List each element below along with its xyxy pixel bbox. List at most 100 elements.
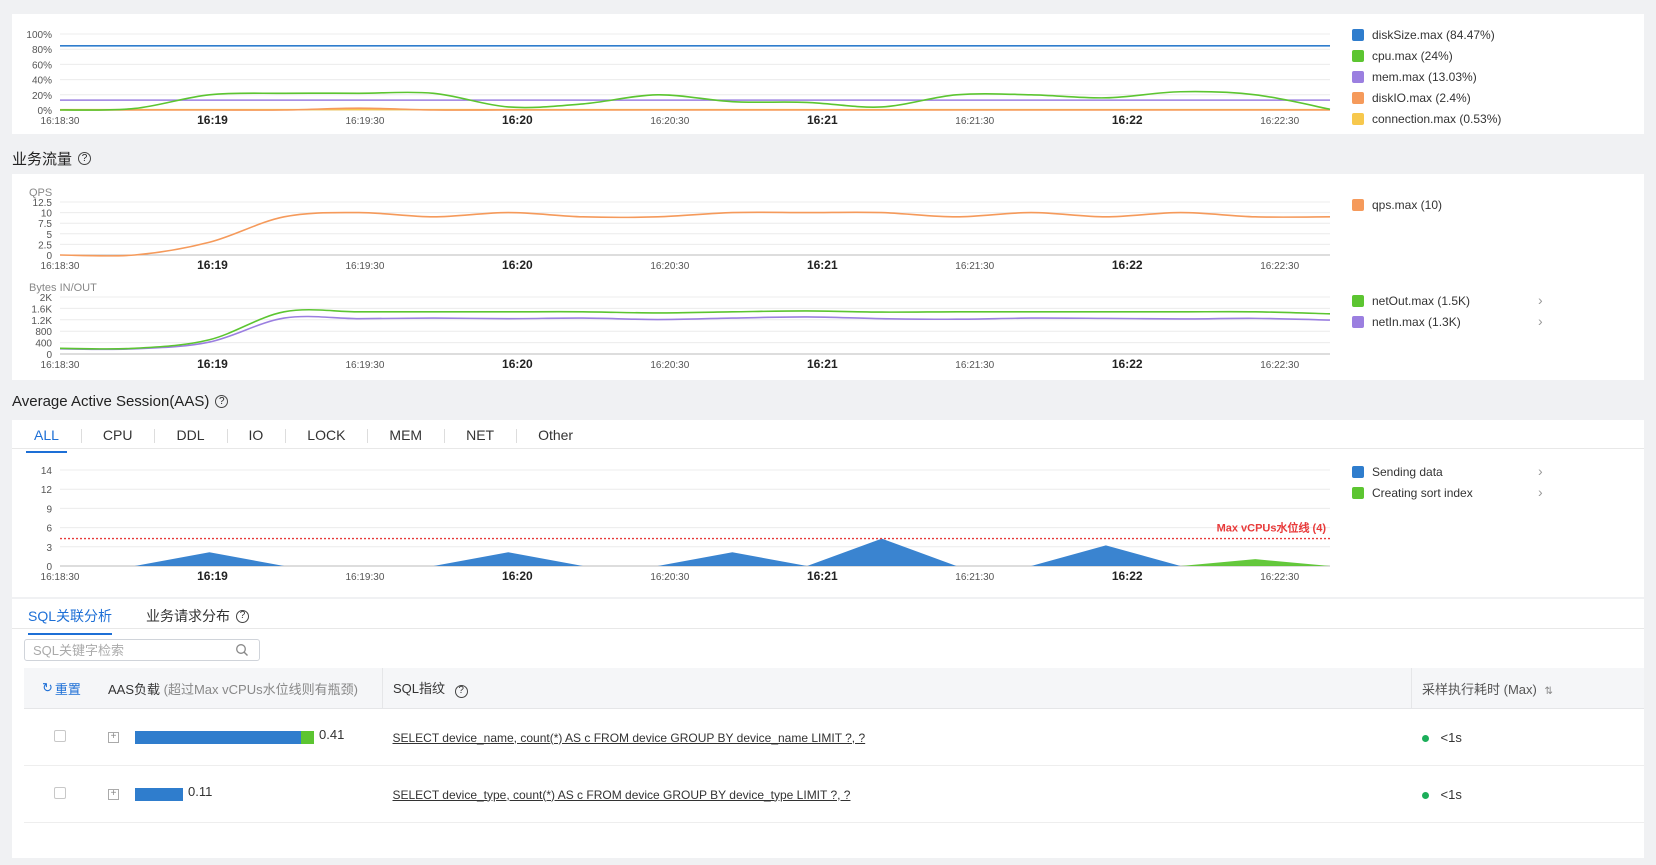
tab-cpu[interactable]: CPU bbox=[80, 427, 155, 443]
legend-item-netout[interactable]: netOut.max (1.5K) bbox=[1352, 294, 1470, 308]
x-tick-label: 16:22:30 bbox=[1260, 360, 1299, 371]
table-row[interactable]: + 0.41 SELECT device_name, count(*) AS c… bbox=[24, 708, 1644, 766]
x-tick-label: 16:19:30 bbox=[345, 116, 384, 127]
y-tick-label: 80% bbox=[32, 45, 52, 56]
reset-button[interactable]: ↻ 重置 bbox=[42, 679, 81, 698]
time-cell: <1s bbox=[1411, 765, 1644, 823]
sql-search-input[interactable] bbox=[25, 642, 235, 658]
series-area-sending-data bbox=[60, 538, 1330, 566]
tab-io[interactable]: IO bbox=[226, 427, 286, 443]
tab-all[interactable]: ALL bbox=[12, 427, 81, 453]
reset-header-cell: ↻ 重置 bbox=[24, 668, 108, 709]
tabs-divider bbox=[12, 448, 1644, 449]
legend-item-cpu[interactable]: cpu.max (24%) bbox=[1352, 49, 1453, 63]
y-tick-label: 6 bbox=[46, 524, 52, 535]
aas-bar-sending-data bbox=[135, 730, 301, 744]
x-tick-label: 16:20:30 bbox=[650, 261, 689, 272]
help-icon[interactable]: ? bbox=[215, 395, 229, 408]
x-tick-label: 16:21:30 bbox=[955, 360, 994, 371]
legend-label: netOut.max (1.5K) bbox=[1372, 294, 1471, 308]
aas-bar-cell: + 0.11 bbox=[108, 765, 383, 823]
y-tick-label: 2.5 bbox=[38, 240, 52, 251]
tab-mem[interactable]: MEM bbox=[367, 427, 444, 443]
tab-lock[interactable]: LOCK bbox=[285, 427, 367, 443]
chevron-right-icon[interactable]: › bbox=[1538, 463, 1543, 479]
section-gap bbox=[12, 597, 1644, 599]
aas-bar: + 0.11 bbox=[108, 784, 383, 801]
y-tick-label: 2K bbox=[40, 293, 53, 304]
legend-label: diskIO.max (2.4%) bbox=[1372, 91, 1471, 105]
x-tick-label: 16:20 bbox=[502, 113, 533, 127]
x-tick-label: 16:18:30 bbox=[41, 116, 80, 127]
aas-bar-cell: + 0.41 bbox=[108, 708, 383, 766]
table-row[interactable]: + 0.11 SELECT device_type, count(*) AS c… bbox=[24, 765, 1644, 823]
chevron-right-icon[interactable]: › bbox=[1538, 292, 1543, 308]
x-tick-label: 16:19:30 bbox=[345, 261, 384, 272]
y-tick-label: 1.2K bbox=[31, 316, 52, 327]
legend-label: mem.max (13.03%) bbox=[1372, 70, 1477, 84]
row-checkbox[interactable] bbox=[54, 729, 66, 742]
x-tick-label: 16:19 bbox=[197, 258, 228, 272]
aas-chart: 0369121416:18:30 16:19 16:19:30 16:20 16:20:… bbox=[41, 466, 1330, 583]
legend-item-qps[interactable]: qps.max (10) bbox=[1352, 198, 1442, 212]
help-icon[interactable]: ? bbox=[236, 609, 250, 623]
tab-sql-analysis[interactable]: SQL关联分析 bbox=[28, 606, 113, 635]
refresh-icon: ↻ bbox=[42, 680, 53, 695]
tab-net[interactable]: NET bbox=[444, 427, 516, 443]
y-tick-label: 10 bbox=[41, 209, 53, 220]
time-cell: <1s bbox=[1411, 708, 1644, 766]
legend-item-netin[interactable]: netIn.max (1.3K) bbox=[1352, 315, 1461, 329]
legend-label: diskSize.max (84.47%) bbox=[1372, 28, 1495, 42]
legend-item-sending-data[interactable]: Sending data bbox=[1352, 465, 1443, 479]
x-tick-label: 16:20 bbox=[502, 258, 533, 272]
legend-item-creating-sort-index[interactable]: Creating sort index bbox=[1352, 486, 1473, 500]
checkbox-cell bbox=[24, 708, 108, 766]
time-column-header[interactable]: 采样执行耗时 (Max) ⇅ bbox=[1411, 668, 1644, 709]
x-tick-label: 16:19 bbox=[197, 357, 228, 371]
expand-icon[interactable]: + bbox=[108, 788, 119, 800]
legend-item-connection[interactable]: connection.max (0.53%) bbox=[1352, 112, 1501, 126]
legend-label: Sending data bbox=[1372, 465, 1443, 479]
time-value: <1s bbox=[1440, 786, 1462, 802]
resource-chart-panel: 0% 20% 40% 60% 80% 100% 16:18:30 16:19 16:19:30 1… bbox=[12, 14, 1644, 134]
aas-bar-sort-index bbox=[301, 730, 314, 744]
row-checkbox[interactable] bbox=[54, 786, 66, 799]
x-tick-label: 16:20:30 bbox=[650, 572, 689, 583]
x-tick-label: 16:18:30 bbox=[41, 261, 80, 272]
x-tick-label: 16:22:30 bbox=[1260, 116, 1299, 127]
help-icon[interactable]: ? bbox=[454, 684, 468, 698]
legend-item-disksize[interactable]: diskSize.max (84.47%) bbox=[1352, 28, 1495, 42]
legend-item-diskio[interactable]: diskIO.max (2.4%) bbox=[1352, 91, 1471, 105]
sql-cell: SELECT device_name, count(*) AS c FROM d… bbox=[382, 708, 1412, 766]
legend-label: cpu.max (24%) bbox=[1372, 49, 1453, 63]
aas-bar: + 0.41 bbox=[108, 727, 383, 744]
search-icon[interactable] bbox=[235, 643, 249, 657]
help-icon[interactable]: ? bbox=[78, 152, 92, 165]
x-tick-label: 16:18:30 bbox=[41, 360, 80, 371]
chevron-right-icon[interactable]: › bbox=[1538, 313, 1543, 329]
checkbox-cell bbox=[24, 765, 108, 823]
tab-request-distribution[interactable]: 业务请求分布 ? bbox=[146, 606, 250, 626]
tab-other[interactable]: Other bbox=[516, 427, 595, 443]
resource-usage-chart: 0%20%40%60%80%100%16:18:30 16:19 16:19:30 1… bbox=[26, 30, 1331, 127]
x-tick-label: 16:18:30 bbox=[41, 572, 80, 583]
x-tick-label: 16:22 bbox=[1112, 357, 1143, 371]
column-label: SQL指纹 bbox=[393, 681, 446, 697]
legend-item-mem[interactable]: mem.max (13.03%) bbox=[1352, 70, 1477, 84]
sort-icon[interactable]: ⇅ bbox=[1544, 686, 1552, 697]
x-tick-label: 16:21:30 bbox=[955, 116, 994, 127]
sql-fingerprint-link[interactable]: SELECT device_type, count(*) AS c FROM d… bbox=[393, 788, 851, 802]
y-tick-label: 1.6K bbox=[31, 304, 52, 315]
column-label: AAS负载 bbox=[108, 681, 161, 697]
aas-filter-tabs: ALL CPU DDL IO LOCK MEM NET Other bbox=[12, 426, 595, 453]
subtab-label: 业务请求分布 bbox=[146, 608, 231, 624]
time-value: <1s bbox=[1440, 729, 1462, 745]
chevron-right-icon[interactable]: › bbox=[1538, 484, 1543, 500]
x-tick-label: 16:19 bbox=[197, 113, 228, 127]
sql-fingerprint-link[interactable]: SELECT device_name, count(*) AS c FROM d… bbox=[393, 731, 866, 745]
tab-ddl[interactable]: DDL bbox=[154, 427, 226, 443]
section-title-text: 业务流量 bbox=[12, 151, 73, 168]
y-tick-label: 400 bbox=[35, 339, 52, 350]
y-tick-label: 800 bbox=[35, 327, 52, 338]
expand-icon[interactable]: + bbox=[108, 731, 119, 743]
